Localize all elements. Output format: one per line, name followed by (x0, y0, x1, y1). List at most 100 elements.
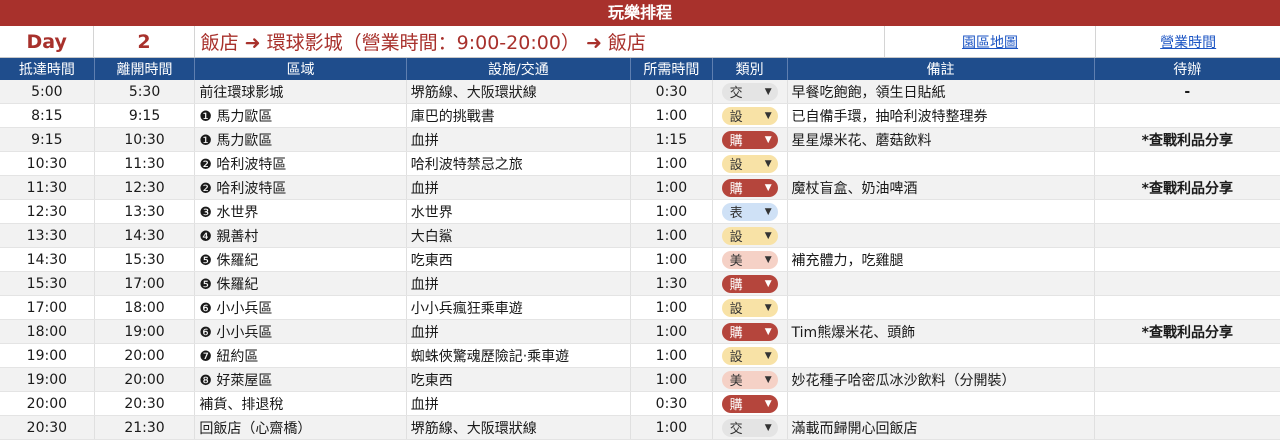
cell-arrive[interactable]: 20:30 (0, 416, 95, 439)
cell-note[interactable]: 星星爆米花、蘑菇飲料 (788, 128, 1095, 151)
cell-duration[interactable]: 1:00 (631, 176, 713, 199)
cell-arrive[interactable]: 13:30 (0, 224, 95, 247)
cell-leave[interactable]: 10:30 (95, 128, 196, 151)
cell-note[interactable] (788, 224, 1095, 247)
cell-area[interactable]: ❺ 侏羅紀 (195, 272, 407, 295)
cell-leave[interactable]: 12:30 (95, 176, 196, 199)
cell-area[interactable]: ❻ 小小兵區 (195, 320, 407, 343)
cell-leave[interactable]: 21:30 (95, 416, 196, 439)
cell-note[interactable]: 補充體力，吃雞腿 (788, 248, 1095, 271)
cell-leave[interactable]: 19:00 (95, 320, 196, 343)
cell-area[interactable]: 回飯店（心齋橋） (195, 416, 407, 439)
cell-duration[interactable]: 1:00 (631, 248, 713, 271)
cell-facility[interactable]: 蜘蛛俠驚魂歷險記‧乘車遊 (407, 344, 632, 367)
cell-duration[interactable]: 1:00 (631, 224, 713, 247)
cell-todo[interactable] (1095, 104, 1280, 127)
cell-area[interactable]: ❹ 親善村 (195, 224, 407, 247)
cell-leave[interactable]: 17:00 (95, 272, 196, 295)
cell-facility[interactable]: 血拼 (407, 272, 632, 295)
cell-duration[interactable]: 1:00 (631, 416, 713, 439)
cell-leave[interactable]: 14:30 (95, 224, 196, 247)
cell-arrive[interactable]: 10:30 (0, 152, 95, 175)
cell-leave[interactable]: 20:00 (95, 368, 196, 391)
cell-duration[interactable]: 1:30 (631, 272, 713, 295)
cell-leave[interactable]: 20:00 (95, 344, 196, 367)
category-dropdown[interactable]: 設 ▼ (721, 298, 778, 317)
cell-todo[interactable] (1095, 416, 1280, 439)
cell-area[interactable]: ❷ 哈利波特區 (195, 176, 407, 199)
cell-facility[interactable]: 吃東西 (407, 248, 632, 271)
cell-facility[interactable]: 血拼 (407, 320, 632, 343)
cell-todo[interactable] (1095, 368, 1280, 391)
cell-duration[interactable]: 1:00 (631, 296, 713, 319)
cell-note[interactable] (788, 392, 1095, 415)
cell-todo[interactable]: *查戰利品分享 (1095, 320, 1280, 343)
cell-facility[interactable]: 堺筋線、大阪環狀線 (407, 80, 632, 103)
cell-facility[interactable]: 吃東西 (407, 368, 632, 391)
cell-leave[interactable]: 18:00 (95, 296, 196, 319)
category-dropdown[interactable]: 設 ▼ (721, 226, 778, 245)
cell-duration[interactable]: 1:00 (631, 344, 713, 367)
cell-facility[interactable]: 庫巴的挑戰書 (407, 104, 632, 127)
cell-duration[interactable]: 1:15 (631, 128, 713, 151)
cell-todo[interactable]: *查戰利品分享 (1095, 176, 1280, 199)
cell-arrive[interactable]: 17:00 (0, 296, 95, 319)
cell-facility[interactable]: 水世界 (407, 200, 632, 223)
cell-arrive[interactable]: 20:00 (0, 392, 95, 415)
cell-area[interactable]: ❼ 紐約區 (195, 344, 407, 367)
cell-todo[interactable] (1095, 272, 1280, 295)
cell-todo[interactable] (1095, 392, 1280, 415)
cell-arrive[interactable]: 11:30 (0, 176, 95, 199)
cell-todo[interactable]: *查戰利品分享 (1095, 128, 1280, 151)
cell-note[interactable] (788, 344, 1095, 367)
category-dropdown[interactable]: 設 ▼ (721, 154, 778, 173)
cell-note[interactable] (788, 296, 1095, 319)
cell-facility[interactable]: 血拼 (407, 176, 632, 199)
category-dropdown[interactable]: 交 ▼ (721, 418, 778, 437)
category-dropdown[interactable]: 購 ▼ (721, 130, 778, 149)
cell-todo[interactable] (1095, 296, 1280, 319)
cell-facility[interactable]: 哈利波特禁忌之旅 (407, 152, 632, 175)
cell-arrive[interactable]: 19:00 (0, 344, 95, 367)
cell-note[interactable]: Tim熊爆米花、頭飾 (788, 320, 1095, 343)
cell-area[interactable]: ❸ 水世界 (195, 200, 407, 223)
cell-duration[interactable]: 1:00 (631, 104, 713, 127)
cell-facility[interactable]: 血拼 (407, 128, 632, 151)
cell-arrive[interactable]: 9:15 (0, 128, 95, 151)
cell-todo[interactable] (1095, 344, 1280, 367)
cell-note[interactable]: 滿載而歸開心回飯店 (788, 416, 1095, 439)
cell-todo[interactable] (1095, 248, 1280, 271)
category-dropdown[interactable]: 設 ▼ (721, 346, 778, 365)
cell-area[interactable]: 補貨、排退稅 (195, 392, 407, 415)
cell-duration[interactable]: 1:00 (631, 152, 713, 175)
cell-area[interactable]: ❽ 好萊屋區 (195, 368, 407, 391)
cell-area[interactable]: ❺ 侏羅紀 (195, 248, 407, 271)
cell-note[interactable]: 妙花種子哈密瓜冰沙飲料（分開裝） (788, 368, 1095, 391)
cell-note[interactable] (788, 152, 1095, 175)
cell-facility[interactable]: 堺筋線、大阪環狀線 (407, 416, 632, 439)
park-map-link[interactable]: 園區地圖 (962, 32, 1018, 52)
cell-leave[interactable]: 20:30 (95, 392, 196, 415)
cell-note[interactable]: 已自備手環，抽哈利波特整理券 (788, 104, 1095, 127)
cell-duration[interactable]: 0:30 (631, 80, 713, 103)
cell-arrive[interactable]: 15:30 (0, 272, 95, 295)
category-dropdown[interactable]: 購 ▼ (721, 178, 778, 197)
cell-note[interactable] (788, 200, 1095, 223)
cell-duration[interactable]: 1:00 (631, 320, 713, 343)
cell-arrive[interactable]: 14:30 (0, 248, 95, 271)
cell-todo[interactable] (1095, 224, 1280, 247)
cell-arrive[interactable]: 5:00 (0, 80, 95, 103)
cell-area[interactable]: ❷ 哈利波特區 (195, 152, 407, 175)
category-dropdown[interactable]: 購 ▼ (721, 394, 778, 413)
category-dropdown[interactable]: 表 ▼ (721, 202, 778, 221)
opening-hours-link[interactable]: 營業時間 (1160, 32, 1216, 52)
category-dropdown[interactable]: 美 ▼ (721, 370, 778, 389)
cell-duration[interactable]: 1:00 (631, 368, 713, 391)
cell-facility[interactable]: 大白鯊 (407, 224, 632, 247)
cell-leave[interactable]: 5:30 (95, 80, 196, 103)
category-dropdown[interactable]: 美 ▼ (721, 250, 778, 269)
cell-duration[interactable]: 0:30 (631, 392, 713, 415)
cell-note[interactable] (788, 272, 1095, 295)
cell-leave[interactable]: 9:15 (95, 104, 196, 127)
cell-leave[interactable]: 11:30 (95, 152, 196, 175)
